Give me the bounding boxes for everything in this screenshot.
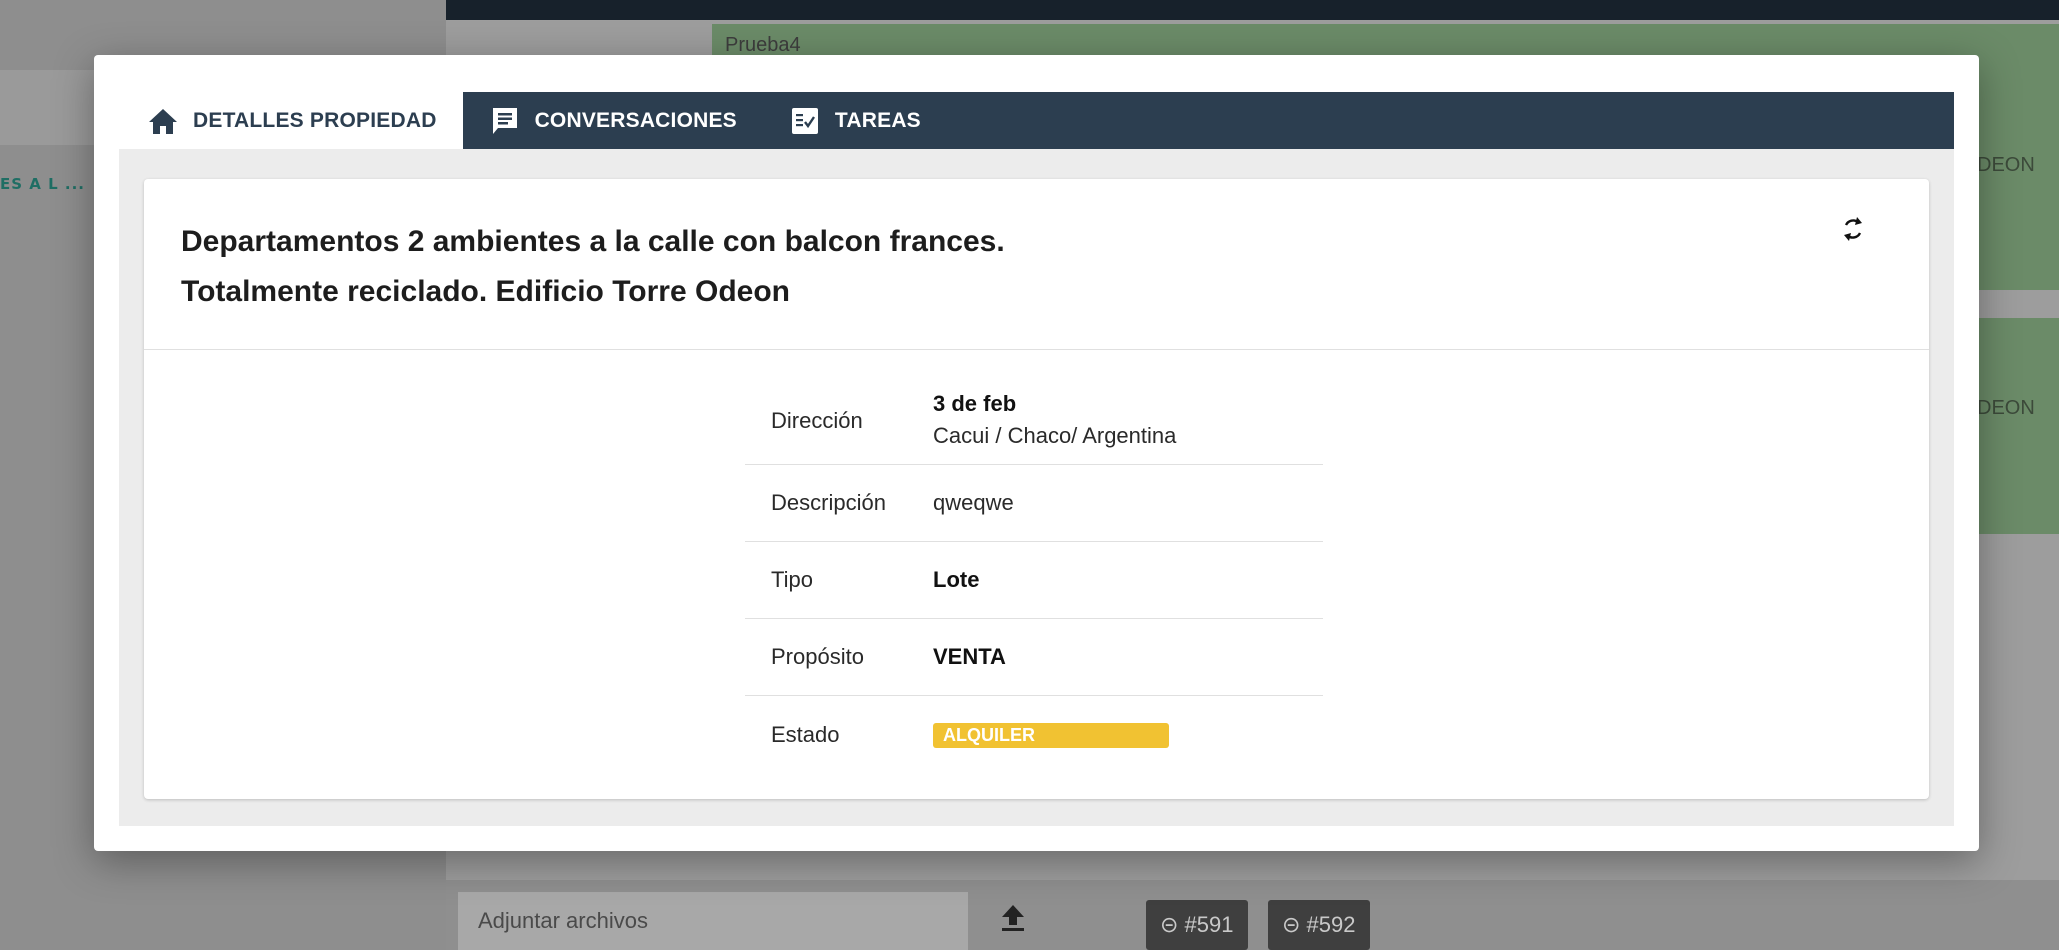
tab-label: TAREAS [834, 108, 921, 132]
background-card-title: Prueba4 [725, 34, 801, 56]
refresh-icon [1844, 217, 1862, 241]
property-title: Departamentos 2 ambientes a la calle con… [181, 217, 1181, 317]
tab-bar: DETALLES PROPIEDAD CONVERSACIONES TAREAS [119, 92, 1954, 149]
card-header: Departamentos 2 ambientes a la calle con… [144, 179, 1929, 350]
attachment-chip-label: #591 [1184, 912, 1234, 937]
attachment-chip-label: #592 [1306, 912, 1356, 937]
link-icon: ⊝ [1160, 912, 1185, 937]
detail-value: qweqwe [933, 490, 1014, 515]
background-card-text: DEON [1977, 154, 2035, 176]
detail-label: Tipo [771, 567, 813, 592]
detail-value: Lote [933, 567, 980, 592]
home-icon [147, 105, 179, 137]
tab-label: DETALLES PROPIEDAD [193, 108, 437, 132]
detail-label: Estado [771, 721, 840, 747]
refresh-button[interactable] [1835, 211, 1871, 247]
property-title-line-2: Totalmente reciclado. Edificio Torre Ode… [181, 275, 790, 308]
status-badge: ALQUILER [933, 723, 1169, 748]
detail-row-descripcion: Descripción qweqwe [745, 465, 1323, 542]
chat-icon [489, 105, 521, 137]
detail-label: Descripción [771, 490, 886, 515]
property-title-line-1: Departamentos 2 ambientes a la calle con… [181, 225, 1005, 258]
attach-files-input[interactable]: Adjuntar archivos [458, 892, 968, 950]
tab-label: CONVERSACIONES [534, 108, 737, 132]
tab-tareas[interactable]: TAREAS [763, 92, 947, 149]
address-location: Cacui / Chaco/ Argentina [933, 422, 1177, 448]
property-details-table: Dirección 3 de feb Cacui / Chaco/ Argent… [745, 377, 1323, 773]
background-card-text: DEON [1977, 397, 2035, 419]
background-sidebar-snippet: ES A L ... [0, 175, 85, 193]
detail-label: Dirección [771, 407, 863, 433]
tab-detalles-propiedad[interactable]: DETALLES PROPIEDAD [119, 92, 463, 149]
background-topbar [446, 0, 2059, 20]
address-street: 3 de feb [933, 390, 1017, 416]
detail-value: ALQUILER [933, 721, 1169, 748]
property-details-card: Departamentos 2 ambientes a la calle con… [144, 179, 1929, 799]
link-icon: ⊝ [1282, 912, 1307, 937]
detail-label: Propósito [771, 644, 864, 669]
detail-row-estado: Estado ALQUILER [745, 696, 1323, 773]
upload-icon[interactable] [1000, 902, 1026, 932]
task-list-icon [789, 105, 821, 137]
detail-row-proposito: Propósito VENTA [745, 619, 1323, 696]
tabs-container: DETALLES PROPIEDAD CONVERSACIONES TAREAS… [119, 92, 1954, 826]
property-modal: DETALLES PROPIEDAD CONVERSACIONES TAREAS… [94, 55, 1979, 851]
detail-row-direccion: Dirección 3 de feb Cacui / Chaco/ Argent… [745, 377, 1323, 465]
detail-row-tipo: Tipo Lote [745, 542, 1323, 619]
attachment-chip[interactable]: ⊝ #592 [1268, 900, 1370, 950]
attachment-chip[interactable]: ⊝ #591 [1146, 900, 1248, 950]
detail-value: VENTA [933, 644, 1006, 669]
detail-value: 3 de feb Cacui / Chaco/ Argentina [933, 389, 1176, 453]
tab-conversaciones[interactable]: CONVERSACIONES [463, 92, 763, 149]
